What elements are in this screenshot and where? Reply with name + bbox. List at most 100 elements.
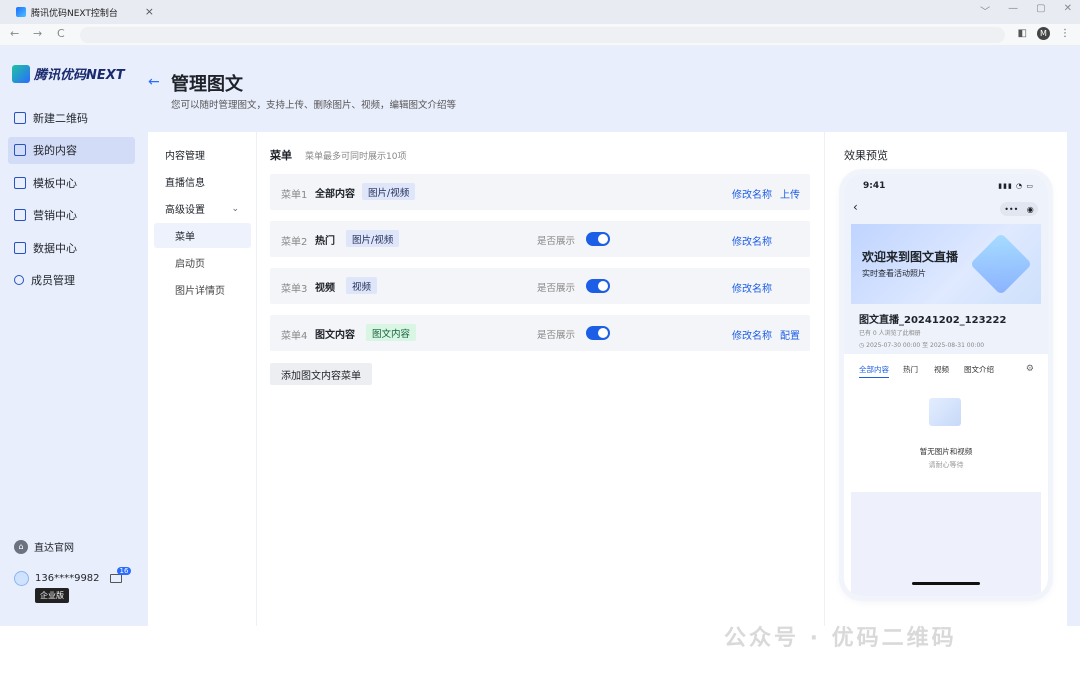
empty-folder-icon [929, 398, 961, 426]
menu-row-tag: 视频 [346, 277, 378, 294]
sidebar: 腾讯优码NEXT 新建二维码 我的内容 模板中心 营销中心 数据中心 成员管理 … [0, 46, 145, 626]
settings-subnav: 内容管理 直播信息 高级设置 ⌄ 菜单 启动页 图片详情页 [148, 132, 257, 626]
menu-row-name: 热门 [315, 236, 335, 247]
banner-decoration [969, 232, 1033, 296]
show-label: 是否展示 [537, 236, 576, 247]
back-icon[interactable]: ← [10, 27, 19, 40]
official-site-label: 直达官网 [34, 543, 74, 554]
chart-icon [14, 241, 26, 254]
menu-row: 菜单2 热门 图片/视频 是否展示 修改名称 [270, 221, 810, 257]
tab-close-icon[interactable]: × [145, 5, 154, 18]
minimize-icon[interactable]: — [1008, 3, 1018, 18]
preview-tab: 图文介绍 [964, 365, 994, 374]
logo-mark-icon [12, 64, 30, 83]
settings-icon: ⚙ [1025, 364, 1034, 374]
sidebar-item-label: 模板中心 [33, 176, 77, 190]
subnav-launch-page[interactable]: 启动页 [154, 250, 251, 275]
address-bar[interactable] [80, 27, 1005, 43]
menu-row-name: 图文内容 [315, 330, 355, 341]
menu-row: 菜单4 图文内容 图文内容 是否展示 修改名称 配置 [270, 315, 810, 351]
reload-icon[interactable]: C [57, 27, 65, 40]
back-arrow-icon[interactable]: ← [148, 74, 160, 90]
add-menu-button[interactable]: 添加图文内容菜单 [270, 363, 372, 385]
tab-search-icon[interactable]: ﹀ [980, 3, 990, 18]
section-note: 菜单最多可同时展示10项 [305, 152, 407, 162]
preview-panel: 效果预览 9:41 ▮▮▮ ◔ ▭ ‹ ••• ◉ 欢迎来到图文直播 实时查看活… [824, 132, 1067, 626]
subnav-label: 直播信息 [165, 178, 205, 189]
show-toggle[interactable] [586, 279, 610, 293]
rename-link[interactable]: 修改名称 [732, 186, 772, 201]
user-avatar [14, 571, 29, 586]
phone-mockup: 9:41 ▮▮▮ ◔ ▭ ‹ ••• ◉ 欢迎来到图文直播 实时查看活动照片 图… [844, 174, 1048, 596]
sidebar-item-members[interactable]: 成员管理 [8, 267, 135, 294]
live-title: 图文直播_20241202_123222 [859, 315, 1007, 326]
browser-tab[interactable]: 腾讯优码NEXT控制台 × [6, 0, 156, 24]
brand-logo[interactable]: 腾讯优码NEXT [12, 64, 125, 83]
banner-subtitle: 实时查看活动照片 [862, 269, 926, 278]
menu-row-number: 菜单1 [281, 190, 308, 201]
subnav-label: 高级设置 [165, 205, 205, 216]
menu-row-name: 视频 [315, 283, 335, 294]
window-controls: ﹀ — ▢ ✕ [980, 3, 1072, 18]
subnav-live-info[interactable]: 直播信息 [154, 169, 251, 194]
image-icon [14, 209, 26, 221]
message-icon[interactable]: 16 [109, 567, 132, 583]
status-icons: ▮▮▮ ◔ ▭ [998, 182, 1034, 190]
subnav-content-management[interactable]: 内容管理 [154, 142, 251, 167]
home-icon: ⌂ [14, 539, 28, 554]
side-panel-icon[interactable]: ◧ [1018, 28, 1027, 39]
browser-menu-icon[interactable]: ⋮ [1060, 28, 1070, 39]
section-title: 菜单 [270, 149, 292, 162]
sidebar-item-label: 数据中心 [33, 241, 77, 255]
subnav-label: 启动页 [175, 259, 205, 270]
user-info[interactable]: 136****9982 16 [14, 567, 132, 586]
page-title: 管理图文 [171, 74, 243, 95]
chevron-left-icon: ‹ [853, 200, 858, 214]
menu-row-number: 菜单2 [281, 237, 308, 248]
target-icon: ◉ [1026, 204, 1034, 214]
rename-link[interactable]: 修改名称 [732, 280, 772, 295]
rename-link[interactable]: 修改名称 [732, 233, 772, 248]
show-toggle[interactable] [586, 326, 610, 340]
phone-bottom-area [851, 492, 1041, 596]
sidebar-menu: 新建二维码 我的内容 模板中心 营销中心 数据中心 成员管理 [8, 104, 135, 299]
window-close-icon[interactable]: ✕ [1064, 3, 1072, 18]
live-views: 已有 0 人浏览了此相册 [859, 330, 921, 337]
preview-tab: 热门 [903, 365, 918, 374]
show-label: 是否展示 [537, 283, 576, 294]
template-icon [14, 176, 26, 189]
document-icon [14, 144, 26, 156]
restore-icon[interactable]: ▢ [1036, 3, 1045, 18]
sidebar-item-my-content[interactable]: 我的内容 [8, 136, 135, 164]
configure-link[interactable]: 配置 [780, 327, 800, 342]
favicon-icon [16, 7, 26, 17]
subnav-menu[interactable]: 菜单 [154, 223, 251, 248]
sidebar-item-new-qrcode[interactable]: 新建二维码 [8, 104, 135, 131]
page-subtitle: 您可以随时管理图文，支持上传、删除图片、视频，编辑图文介绍等 [171, 100, 457, 111]
browser-navbar: ← → C ◧ M ⋮ [0, 24, 1080, 46]
show-toggle[interactable] [586, 232, 610, 246]
profile-avatar[interactable]: M [1037, 27, 1050, 40]
browser-actions: ◧ M ⋮ [1018, 27, 1070, 40]
more-icon: ••• [1004, 204, 1019, 214]
subnav-image-detail[interactable]: 图片详情页 [154, 277, 251, 302]
rename-link[interactable]: 修改名称 [732, 327, 772, 342]
sidebar-item-label: 成员管理 [31, 274, 75, 287]
banner-title: 欢迎来到图文直播 [862, 250, 959, 264]
person-icon [14, 275, 24, 285]
preview-banner: 欢迎来到图文直播 实时查看活动照片 [851, 224, 1041, 304]
forward-icon[interactable]: → [33, 27, 42, 40]
message-count-badge: 16 [116, 567, 132, 575]
upload-link[interactable]: 上传 [780, 186, 800, 201]
logo-text: 腾讯优码NEXT [34, 68, 125, 83]
sidebar-item-marketing[interactable]: 营销中心 [8, 202, 135, 229]
sidebar-item-data[interactable]: 数据中心 [8, 234, 135, 261]
sidebar-item-label: 我的内容 [33, 144, 77, 157]
browser-tabbar: 腾讯优码NEXT控制台 × ﹀ — ▢ ✕ [0, 0, 1080, 24]
preview-tab: 全部内容 [859, 364, 889, 378]
menu-row-tag: 图片/视频 [362, 183, 416, 200]
edition-badge: 企业版 [35, 588, 69, 603]
official-site-link[interactable]: ⌂ 直达官网 [14, 539, 74, 554]
subnav-advanced-settings[interactable]: 高级设置 ⌄ [154, 196, 251, 221]
sidebar-item-templates[interactable]: 模板中心 [8, 169, 135, 196]
